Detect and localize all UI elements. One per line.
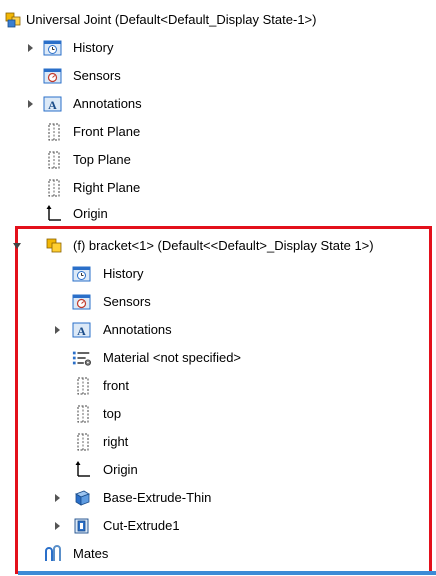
tree-item-label: Mates [73, 546, 109, 561]
tree-item-label: Base-Extrude-Thin [103, 490, 212, 505]
tree-item-label: Sensors [73, 68, 121, 83]
tree-item-label: Universal Joint (Default<Default_Display… [26, 12, 317, 27]
history-icon [72, 264, 92, 284]
plane-icon [73, 376, 93, 396]
assembly-icon [3, 10, 23, 30]
expand-arrow-icon[interactable] [25, 99, 35, 109]
tree-item-label: Front Plane [73, 124, 141, 139]
selection-bar [18, 571, 436, 575]
tree-item-label: History [73, 40, 114, 55]
tree-item-label: right [103, 434, 129, 449]
svg-text:A: A [77, 324, 86, 338]
sensors-icon [43, 66, 63, 86]
tree-item-label: Right Plane [73, 180, 141, 195]
collapse-arrow-icon[interactable] [12, 241, 22, 251]
annotations-icon: A [72, 320, 92, 340]
tree-item-label: Annotations [73, 96, 142, 111]
plane-icon [44, 178, 64, 198]
material-icon [72, 348, 92, 368]
mates-icon [43, 544, 63, 564]
tree-item-label: Origin [103, 462, 138, 477]
plane-icon [73, 404, 93, 424]
expand-arrow-icon[interactable] [52, 493, 62, 503]
sensors-icon [72, 292, 92, 312]
plane-icon [73, 432, 93, 452]
tree-item-label: History [103, 266, 144, 281]
extrude-icon [72, 488, 92, 508]
expand-arrow-icon[interactable] [25, 43, 35, 53]
expand-arrow-icon[interactable] [52, 521, 62, 531]
tree-item-label: Sensors [103, 294, 151, 309]
tree-item-label: Origin [73, 206, 108, 221]
tree-item-label: Top Plane [73, 152, 131, 167]
tree-item-label: (f) bracket<1> (Default<<Default>_Displa… [73, 238, 374, 253]
plane-icon [44, 122, 64, 142]
origin-icon [44, 204, 64, 224]
cut-extrude-icon [72, 516, 92, 536]
origin-icon [73, 460, 93, 480]
expand-arrow-icon[interactable] [52, 325, 62, 335]
tree-item-label: Annotations [103, 322, 172, 337]
history-icon [43, 38, 63, 58]
tree-item-label: front [103, 378, 130, 393]
part-component-icon [44, 236, 64, 256]
tree-item-label: top [103, 406, 122, 421]
feature-manager-tree: Universal Joint (Default<Default_Display… [0, 0, 436, 576]
tree-item-label: Material <not specified> [103, 350, 242, 365]
plane-icon [44, 150, 64, 170]
tree-item-label: Cut-Extrude1 [103, 518, 180, 533]
annotations-icon: A [43, 94, 63, 114]
svg-text:A: A [48, 98, 57, 112]
